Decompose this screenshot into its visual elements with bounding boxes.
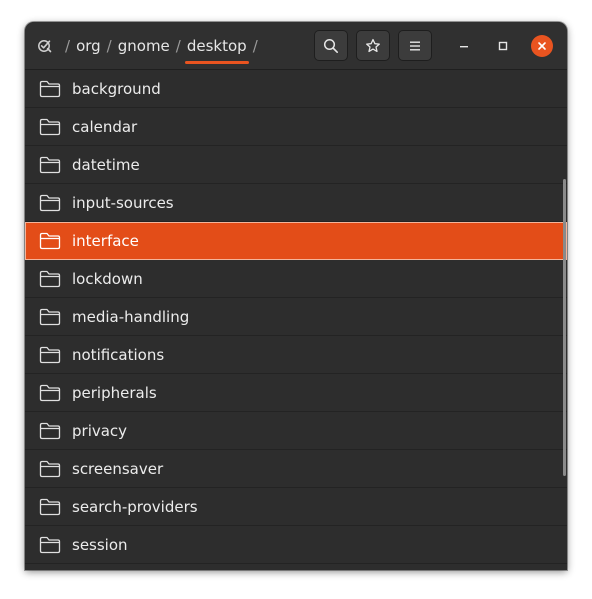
keys-list: background calendar datetime input-sourc… xyxy=(25,70,567,570)
folder-icon xyxy=(39,118,61,136)
folder-icon xyxy=(39,194,61,212)
list-item[interactable]: calendar xyxy=(25,108,567,146)
list-item[interactable]: datetime xyxy=(25,146,567,184)
folder-icon xyxy=(39,460,61,478)
list-item-label: notifications xyxy=(72,346,165,364)
close-icon xyxy=(538,42,546,50)
path-separator: / xyxy=(252,36,258,55)
maximize-icon xyxy=(498,41,508,51)
list-item-label: peripherals xyxy=(72,384,157,402)
folder-icon xyxy=(39,384,61,402)
path-separator: / xyxy=(175,36,181,55)
folder-icon xyxy=(39,346,61,364)
dconf-check-icon[interactable] xyxy=(37,38,53,54)
minimize-button[interactable] xyxy=(453,35,475,57)
hamburger-menu-icon xyxy=(410,41,420,50)
list-item[interactable]: peripherals xyxy=(25,374,567,412)
list-item[interactable]: session xyxy=(25,526,567,564)
list-item[interactable]: privacy xyxy=(25,412,567,450)
minimize-icon xyxy=(460,46,468,48)
list-item-label: session xyxy=(72,536,128,554)
folder-icon xyxy=(39,270,61,288)
maximize-button[interactable] xyxy=(492,35,514,57)
list-item-label: calendar xyxy=(72,118,138,136)
list-item-label: datetime xyxy=(72,156,140,174)
search-button[interactable] xyxy=(314,30,348,61)
folder-icon xyxy=(39,422,61,440)
list-item-label: media-handling xyxy=(72,308,190,326)
breadcrumb-gnome[interactable]: gnome xyxy=(118,37,170,55)
folder-icon xyxy=(39,232,61,250)
list-item[interactable]: notifications xyxy=(25,336,567,374)
breadcrumb-desktop[interactable]: desktop xyxy=(184,37,249,64)
list-item-label: screensaver xyxy=(72,460,164,478)
list-item[interactable]: background xyxy=(25,70,567,108)
dconf-editor-window: / org / gnome / desktop / background cal… xyxy=(25,22,567,570)
list-item-label: search-providers xyxy=(72,498,198,516)
list-item-selected[interactable]: interface xyxy=(25,222,567,260)
list-item[interactable]: lockdown xyxy=(25,260,567,298)
folder-icon xyxy=(39,498,61,516)
list-item-label: input-sources xyxy=(72,194,174,212)
path-separator: / xyxy=(106,36,112,55)
list-item[interactable]: search-providers xyxy=(25,488,567,526)
breadcrumb: / org / gnome / desktop / xyxy=(37,22,264,69)
bookmarks-button[interactable] xyxy=(356,30,390,61)
list-item-label: interface xyxy=(72,232,139,250)
list-item[interactable]: screensaver xyxy=(25,450,567,488)
list-item-label: background xyxy=(72,80,161,98)
close-button[interactable] xyxy=(531,35,553,57)
main-menu-button[interactable] xyxy=(398,30,432,61)
star-icon xyxy=(366,38,380,52)
list-item[interactable]: media-handling xyxy=(25,298,567,336)
path-separator: / xyxy=(65,36,71,55)
list-item-label: privacy xyxy=(72,422,128,440)
search-icon xyxy=(323,38,338,53)
list-item[interactable]: input-sources xyxy=(25,184,567,222)
scrollbar[interactable] xyxy=(563,179,566,476)
folder-icon xyxy=(39,156,61,174)
headerbar: / org / gnome / desktop / xyxy=(25,22,567,70)
folder-icon xyxy=(39,308,61,326)
list-item-label: lockdown xyxy=(72,270,143,288)
folder-icon xyxy=(39,536,61,554)
folder-icon xyxy=(39,80,61,98)
breadcrumb-org[interactable]: org xyxy=(76,37,101,55)
